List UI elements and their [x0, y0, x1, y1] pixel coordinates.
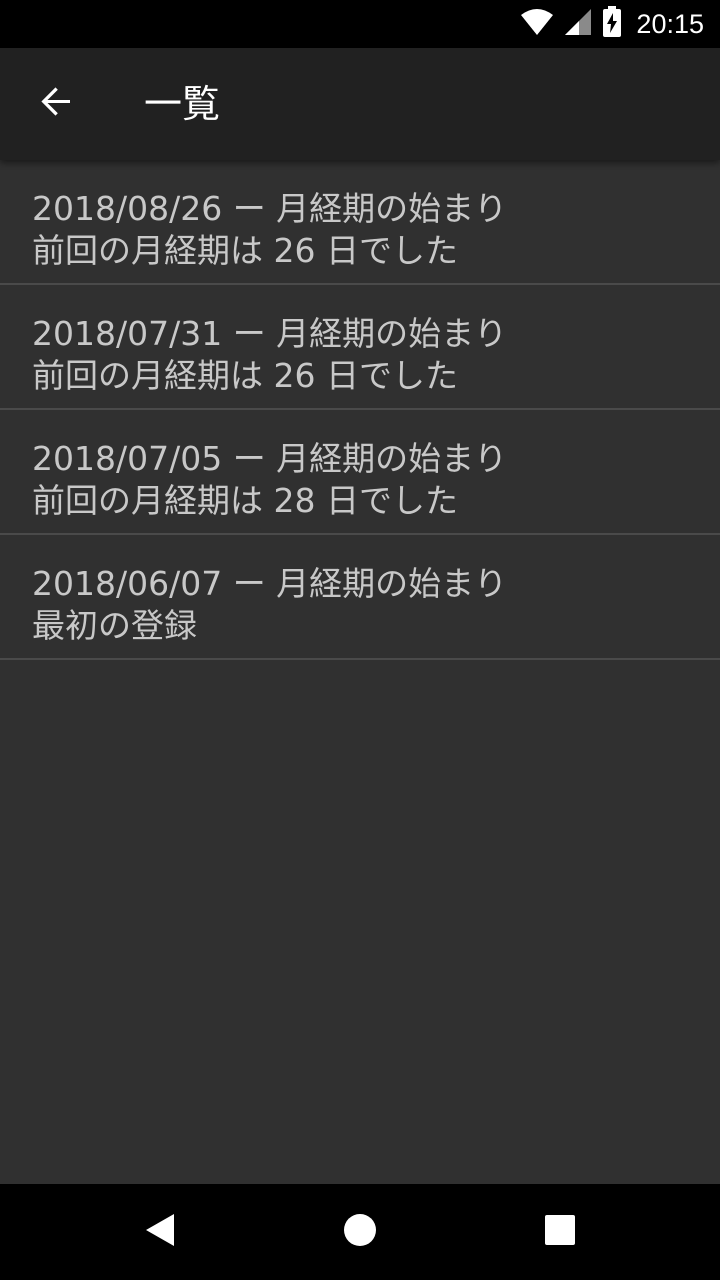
wifi-icon [520, 8, 554, 40]
list-item[interactable]: 2018/06/07 ー 月経期の始まり 最初の登録 [0, 535, 720, 660]
list-item-date-line: 2018/08/26 ー 月経期の始まり [32, 189, 508, 228]
navigation-bar [0, 1184, 720, 1280]
status-icons: 20:15 [520, 0, 704, 48]
nav-recents-button[interactable] [500, 1184, 620, 1280]
back-triangle-icon [143, 1212, 177, 1252]
list-item-date-line: 2018/06/07 ー 月経期の始まり [32, 564, 508, 603]
list-item[interactable]: 2018/07/05 ー 月経期の始まり 前回の月経期は 28 日でした [0, 410, 720, 535]
back-button[interactable] [20, 68, 92, 140]
list-item-detail-line: 前回の月経期は 26 日でした [32, 231, 458, 270]
status-bar: 20:15 [0, 0, 720, 48]
list-item[interactable]: 2018/08/26 ー 月経期の始まり 前回の月経期は 26 日でした [0, 160, 720, 285]
recents-square-icon [544, 1214, 576, 1250]
list-item-detail-line: 最初の登録 [32, 606, 197, 645]
battery-charging-icon [602, 6, 622, 42]
period-list: 2018/08/26 ー 月経期の始まり 前回の月経期は 26 日でした 201… [0, 160, 720, 660]
list-item-date-line: 2018/07/31 ー 月経期の始まり [32, 314, 508, 353]
page-title: 一覧 [144, 82, 221, 126]
list-item-detail-line: 前回の月経期は 26 日でした [32, 356, 458, 395]
home-circle-icon [342, 1212, 378, 1252]
nav-back-button[interactable] [100, 1184, 220, 1280]
nav-home-button[interactable] [300, 1184, 420, 1280]
app-bar: 一覧 [0, 48, 720, 160]
list-item-detail-line: 前回の月経期は 28 日でした [32, 481, 458, 520]
list-item[interactable]: 2018/07/31 ー 月経期の始まり 前回の月経期は 26 日でした [0, 285, 720, 410]
list-item-date-line: 2018/07/05 ー 月経期の始まり [32, 439, 508, 478]
status-time: 20:15 [636, 8, 704, 39]
arrow-left-icon [38, 84, 74, 124]
cell-signal-icon [564, 8, 592, 40]
